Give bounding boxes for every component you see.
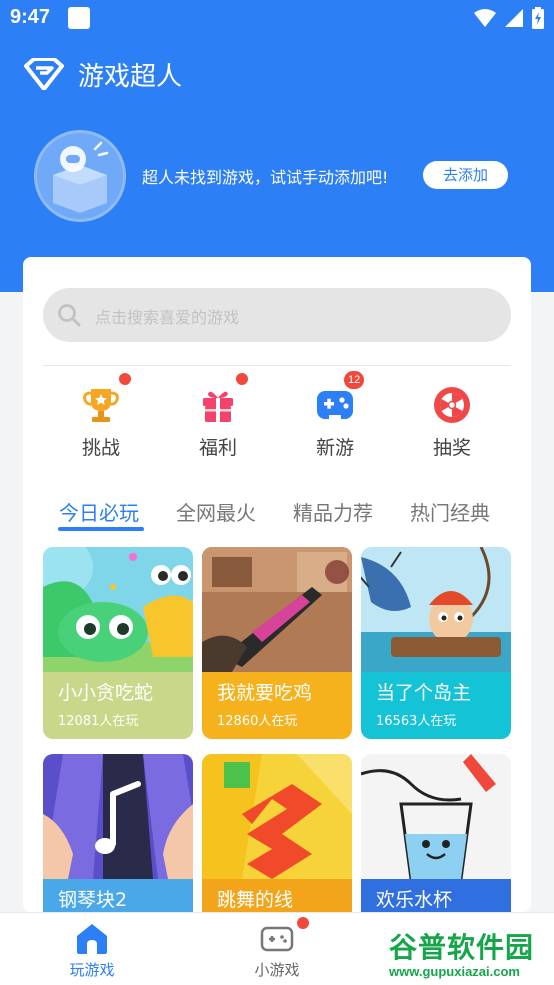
game-tile-info: 当了个岛主 16563人在玩 <box>361 672 511 739</box>
tab-classics[interactable]: 热门经典 <box>410 497 490 526</box>
quick-action-welfare[interactable]: 福利 <box>178 373 258 463</box>
game-player-count: 12860人在玩 <box>217 714 298 729</box>
welfare-badge-dot <box>236 373 248 385</box>
search-placeholder: 点击搜索喜爱的游戏 <box>95 308 240 327</box>
app-title: 游戏超人 <box>78 61 183 92</box>
category-tabs: 今日必玩 全网最火 精品力荐 热门经典 <box>23 497 531 533</box>
home-icon <box>77 924 107 954</box>
empty-state-message: 超人未找到游戏，试试手动添加吧! <box>142 168 389 187</box>
nav-play-games[interactable]: 玩游戏 <box>32 913 152 985</box>
empty-state-banner: 超人未找到游戏，试试手动添加吧! 去添加 <box>34 130 508 222</box>
tab-recommended[interactable]: 精品力荐 <box>293 497 373 526</box>
gift-icon <box>203 391 233 422</box>
quick-action-new-games[interactable]: 12 新游 <box>295 371 375 463</box>
lottery-wheel-icon <box>434 387 470 423</box>
gamepad-icon <box>317 391 353 421</box>
new-games-badge-count: 12 <box>344 371 365 389</box>
game-name: 小小贪吃蛇 <box>58 682 154 704</box>
app-header: 游戏超人 <box>24 56 182 92</box>
signal-icon <box>505 9 523 27</box>
divider <box>43 365 511 366</box>
quick-action-lottery[interactable]: 抽奖 <box>412 373 492 463</box>
game-tile[interactable]: 当了个岛主 16563人在玩 <box>361 547 511 739</box>
empty-box-illustration <box>34 130 126 222</box>
game-name: 我就要吃鸡 <box>217 682 313 704</box>
game-tile[interactable]: 跳舞的线 <box>202 754 352 912</box>
game-tile-info: 欢乐水杯 <box>361 879 511 912</box>
nav-mini-games[interactable]: 小游戏 <box>217 913 337 985</box>
status-bar: 9:47 <box>0 0 554 36</box>
game-tile-info: 我就要吃鸡 12860人在玩 <box>202 672 352 739</box>
quick-action-label: 新游 <box>315 437 354 459</box>
quick-action-label: 福利 <box>198 437 237 459</box>
shooter-game-art <box>202 547 352 672</box>
gamepad-icon <box>260 926 294 952</box>
quick-action-label: 抽奖 <box>432 437 471 459</box>
nav-label: 小游戏 <box>254 961 300 979</box>
notification-icon <box>68 7 90 29</box>
game-name: 欢乐水杯 <box>376 889 453 911</box>
tab-today-must-play[interactable]: 今日必玩 <box>59 497 139 526</box>
island-game-art <box>361 547 511 672</box>
game-name: 钢琴块2 <box>58 889 128 911</box>
game-name: 当了个岛主 <box>376 682 472 704</box>
status-icons <box>474 7 544 29</box>
add-game-button[interactable]: 去添加 <box>423 161 508 189</box>
game-player-count: 12081人在玩 <box>58 714 139 729</box>
water-cup-game-art <box>361 754 511 879</box>
search-bar[interactable]: 点击搜索喜爱的游戏 <box>43 288 511 342</box>
game-tile-info: 跳舞的线 <box>202 879 352 912</box>
site-watermark: 谷普软件园 www.gupuxiazai.com <box>385 924 554 985</box>
battery-icon <box>532 7 544 29</box>
main-card: 点击搜索喜爱的游戏 挑战 福利 12 新游 抽奖 今日必玩 全网最火 精品力荐 … <box>23 257 531 912</box>
active-tab-indicator <box>58 527 144 531</box>
game-tile[interactable]: 钢琴块2 <box>43 754 193 912</box>
watermark-title: 谷普软件园 <box>389 931 535 964</box>
dancing-line-game-art <box>202 754 352 879</box>
quick-action-challenge[interactable]: 挑战 <box>61 373 141 463</box>
game-name: 跳舞的线 <box>217 889 294 911</box>
game-tile[interactable]: 欢乐水杯 <box>361 754 511 912</box>
game-tile-info: 小小贪吃蛇 12081人在玩 <box>43 672 193 739</box>
game-tile[interactable]: 我就要吃鸡 12860人在玩 <box>202 547 352 739</box>
game-tile[interactable]: 小小贪吃蛇 12081人在玩 <box>43 547 193 739</box>
game-tile-info: 钢琴块2 <box>43 879 193 912</box>
piano-game-art <box>43 754 193 879</box>
snake-game-art <box>43 547 193 672</box>
superman-logo-icon <box>24 58 64 90</box>
watermark-url: www.gupuxiazai.com <box>389 964 520 979</box>
trophy-icon <box>83 389 119 422</box>
tab-hottest[interactable]: 全网最火 <box>176 497 256 526</box>
mini-games-badge-dot <box>297 917 309 929</box>
nav-label: 玩游戏 <box>69 961 115 979</box>
wifi-icon <box>474 9 496 27</box>
quick-action-label: 挑战 <box>81 437 120 459</box>
game-player-count: 16563人在玩 <box>376 714 457 729</box>
status-time: 9:47 <box>10 6 51 28</box>
challenge-badge-dot <box>119 373 131 385</box>
search-icon <box>58 304 81 327</box>
